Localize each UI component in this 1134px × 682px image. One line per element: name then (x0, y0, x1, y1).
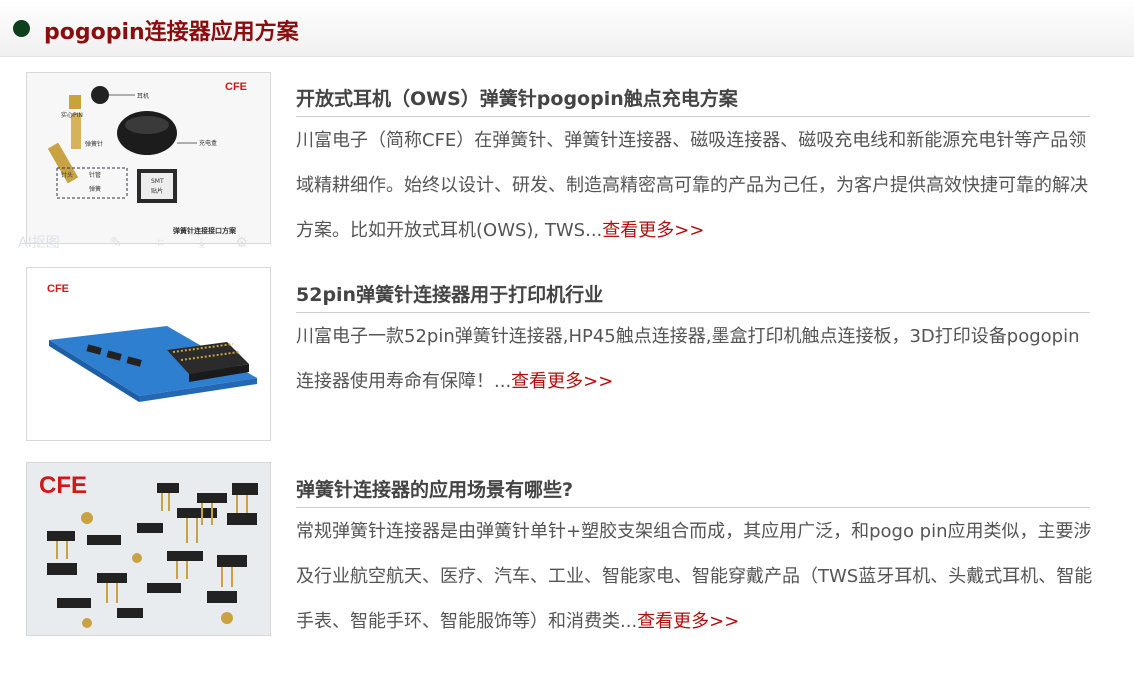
title-divider (296, 312, 1090, 313)
diagram-label: SMT (151, 178, 164, 185)
printer-connector-image: CFE (27, 268, 270, 440)
brand-logo: CFE (39, 472, 87, 499)
diagram-label: 弹簧 (89, 185, 101, 193)
article-description: 川富电子（简称CFE）在弹簧针、弹簧针连接器、磁吸连接器、磁吸充电线和新能源充电… (296, 118, 1096, 253)
article-title[interactable]: 弹簧针连接器的应用场景有哪些? (296, 475, 573, 502)
diagram-label: 针管 (89, 171, 101, 179)
section-header: pogopin连接器应用方案 (0, 0, 1134, 57)
article-description: 常规弹簧针连接器是由弹簧针单针+塑胶支架组合而成，其应用广泛，和pogo pin… (296, 509, 1096, 644)
read-more-link[interactable]: 查看更多>> (511, 371, 613, 392)
section-title: pogopin连接器应用方案 (44, 20, 299, 45)
brand-logo: CFE (47, 283, 69, 295)
download-icon: ⤓ (198, 235, 205, 251)
edit-icon: ✎ (110, 235, 122, 251)
diagram-label: 耳机 (137, 92, 149, 100)
title-divider (296, 507, 1090, 508)
diagram-label: 针头 (61, 171, 73, 179)
article-title[interactable]: 开放式耳机（OWS）弹簧针pogopin触点充电方案 (296, 84, 738, 111)
article-thumbnail[interactable]: CFE (26, 462, 271, 636)
read-more-link[interactable]: 查看更多>> (637, 611, 739, 632)
settings-icon: ⚙ (235, 235, 248, 251)
ai-matting-label: AI抠图 (18, 235, 60, 251)
diagram-label: 贴片 (151, 187, 163, 195)
description-text: 川富电子一款52pin弹簧针连接器,HP45触点连接器,墨盒打印机触点连接板，3… (296, 326, 1080, 392)
ows-earphone-diagram: CFE 耳机 实心PIN 充电盒 弹簧针 针管 针头 弹簧 SMT 贴片 弹簧针… (27, 73, 270, 243)
article-thumbnail[interactable]: CFE 耳机 实心PIN 充电盒 弹簧针 针管 针头 弹簧 SMT 贴片 弹簧针… (26, 72, 271, 244)
crop-icon: ⌗ (156, 235, 165, 251)
article-description: 川富电子一款52pin弹簧针连接器,HP45触点连接器,墨盒打印机触点连接板，3… (296, 314, 1096, 404)
diagram-label: 充电盒 (199, 139, 217, 147)
bullet-dot-icon (13, 20, 30, 37)
article-title[interactable]: 52pin弹簧针连接器用于打印机行业 (296, 280, 603, 307)
connector-collection-image: CFE (27, 463, 270, 635)
read-more-link[interactable]: 查看更多>> (602, 220, 704, 241)
title-divider (296, 116, 1090, 117)
article-thumbnail[interactable]: CFE (26, 267, 271, 441)
diagram-label: 实心PIN (61, 111, 83, 119)
ai-matting-toolbar: AI抠图 ✎ ⌗ ⤓ ⚙ (0, 232, 248, 252)
brand-logo: CFE (225, 81, 247, 93)
diagram-label: 弹簧针 (85, 140, 103, 148)
